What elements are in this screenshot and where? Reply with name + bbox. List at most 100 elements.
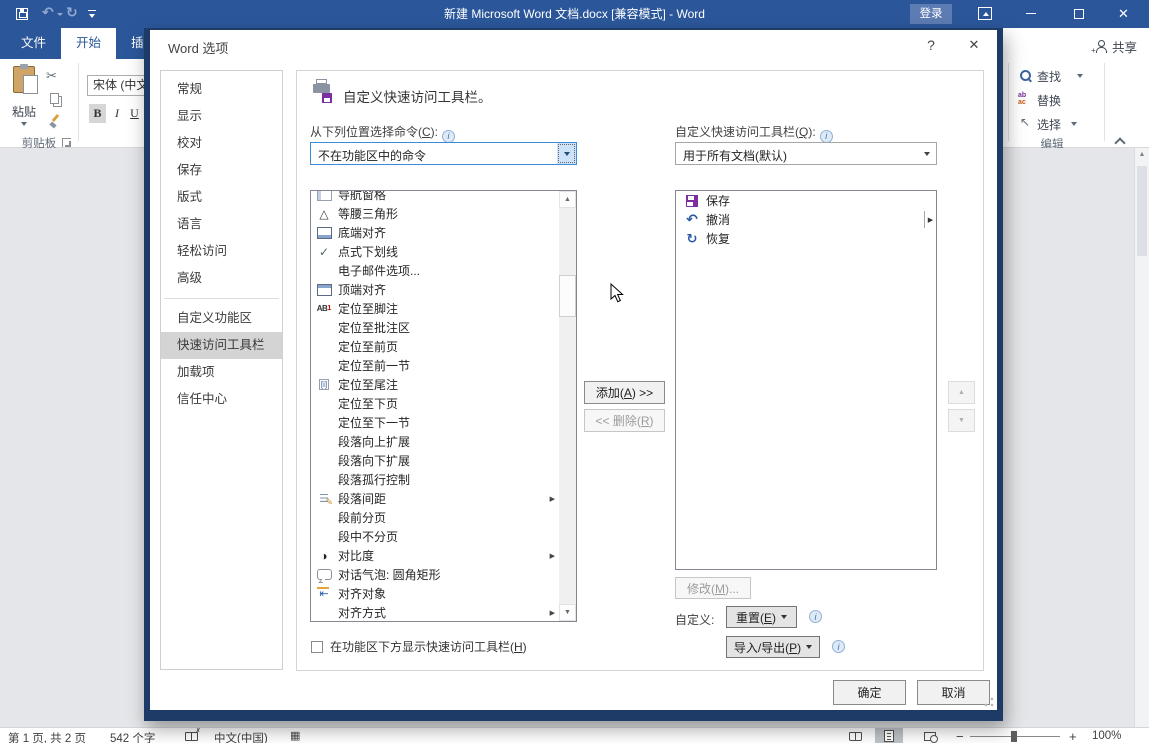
zoom-out-button[interactable]: −: [956, 729, 964, 743]
move-up-button[interactable]: ▲: [948, 381, 975, 404]
nav-item[interactable]: 版式: [161, 184, 282, 211]
paste-icon[interactable]: [13, 66, 35, 93]
nav-item[interactable]: 显示: [161, 103, 282, 130]
command-item[interactable]: 点式下划线: [311, 242, 559, 261]
quick-save-icon[interactable]: [16, 8, 28, 20]
close-button[interactable]: ✕: [1118, 6, 1129, 22]
command-item[interactable]: 段落间距▶: [311, 489, 559, 508]
nav-item[interactable]: 保存: [161, 157, 282, 184]
commands-list-scrollbar[interactable]: ▲ ▼: [559, 191, 576, 621]
find-button[interactable]: 查找: [1037, 68, 1061, 85]
dropdown-arrow-icon[interactable]: [917, 143, 936, 164]
command-item[interactable]: 定位至前页: [311, 337, 559, 356]
command-item[interactable]: 对齐对象: [311, 584, 559, 603]
command-item[interactable]: 定位至脚注: [311, 299, 559, 318]
italic-button[interactable]: I: [110, 104, 124, 123]
print-layout-button[interactable]: [875, 728, 903, 743]
command-item[interactable]: 段落向下扩展: [311, 451, 559, 470]
nav-item[interactable]: 高级: [161, 265, 282, 292]
command-item[interactable]: 电子邮件选项...: [311, 261, 559, 280]
format-painter-icon[interactable]: [49, 114, 61, 127]
nav-item[interactable]: 常规: [161, 76, 282, 103]
choose-commands-dropdown[interactable]: 不在功能区中的命令: [310, 142, 577, 165]
nav-item[interactable]: 自定义功能区: [161, 305, 282, 332]
scroll-up-icon[interactable]: ▲: [559, 191, 576, 208]
resize-grip[interactable]: [984, 697, 994, 707]
command-item[interactable]: 等腰三角形: [311, 204, 559, 223]
dialog-close-button[interactable]: ✕: [964, 37, 984, 53]
modify-button[interactable]: 修改(M)...: [675, 577, 751, 599]
paste-button[interactable]: 粘贴: [0, 103, 48, 120]
insert-mode-icon[interactable]: ▦: [290, 729, 300, 742]
nav-item[interactable]: 信任中心: [161, 386, 282, 413]
scrollbar-thumb[interactable]: [559, 275, 576, 317]
underline-button[interactable]: U: [127, 104, 142, 123]
sign-in-button[interactable]: 登录: [910, 4, 952, 24]
collapse-ribbon-icon[interactable]: [1114, 137, 1125, 148]
scroll-down-icon[interactable]: ▼: [559, 604, 576, 621]
cut-icon[interactable]: ✂: [46, 68, 57, 84]
proofing-status-icon[interactable]: [185, 732, 198, 741]
command-item[interactable]: 对齐方式▶: [311, 603, 559, 622]
quick-redo-icon[interactable]: ↻: [66, 4, 78, 21]
command-item[interactable]: 对话气泡: 圆角矩形: [311, 565, 559, 584]
qat-item[interactable]: 恢复: [676, 229, 936, 248]
nav-item[interactable]: 加载项: [161, 359, 282, 386]
ribbon-tab[interactable]: 开始: [61, 28, 116, 59]
command-item[interactable]: 导航窗格: [311, 190, 559, 204]
command-item[interactable]: 顶端对齐: [311, 280, 559, 299]
add-button[interactable]: 添加(A) >>: [584, 381, 665, 404]
command-item[interactable]: 定位至批注区: [311, 318, 559, 337]
select-button[interactable]: 选择: [1037, 116, 1061, 133]
reset-button[interactable]: 重置(E): [726, 606, 797, 628]
info-icon[interactable]: [832, 640, 845, 653]
cancel-button[interactable]: 取消: [917, 680, 990, 705]
minimize-button[interactable]: [1026, 13, 1036, 14]
import-export-button[interactable]: 导入/导出(P): [726, 636, 820, 658]
zoom-level[interactable]: 100%: [1092, 730, 1121, 742]
share-button[interactable]: + 共享: [1094, 37, 1137, 56]
command-item[interactable]: 段落向上扩展: [311, 432, 559, 451]
word-count[interactable]: 542 个字: [110, 730, 155, 743]
command-item[interactable]: 对比度▶: [311, 546, 559, 565]
command-item[interactable]: 段前分页: [311, 508, 559, 527]
remove-button[interactable]: << 删除(R): [584, 409, 665, 432]
scrollbar-thumb[interactable]: [1137, 166, 1147, 256]
clipboard-dialog-launcher-icon[interactable]: [62, 138, 71, 147]
dropdown-arrow-icon[interactable]: [557, 143, 576, 164]
paste-dropdown-icon[interactable]: [21, 122, 27, 126]
zoom-in-button[interactable]: +: [1069, 729, 1077, 743]
command-item[interactable]: 底端对齐: [311, 223, 559, 242]
select-dropdown-icon[interactable]: [1071, 122, 1077, 126]
dialog-help-button[interactable]: ?: [922, 37, 940, 53]
command-item[interactable]: 段中不分页: [311, 527, 559, 546]
replace-button[interactable]: 替换: [1037, 92, 1061, 109]
nav-item[interactable]: 校对: [161, 130, 282, 157]
command-item[interactable]: 定位至下一节: [311, 413, 559, 432]
find-dropdown-icon[interactable]: [1077, 74, 1083, 78]
info-icon[interactable]: [809, 610, 822, 623]
ribbon-display-options-icon[interactable]: [978, 7, 992, 20]
qat-item[interactable]: 撤消▶: [676, 210, 936, 229]
command-item[interactable]: 定位至下页: [311, 394, 559, 413]
qat-scope-dropdown[interactable]: 用于所有文档(默认): [675, 142, 937, 165]
ok-button[interactable]: 确定: [833, 680, 906, 705]
nav-item[interactable]: 轻松访问: [161, 238, 282, 265]
quick-undo-icon[interactable]: ↶: [42, 4, 54, 21]
maximize-button[interactable]: [1074, 9, 1084, 19]
info-icon[interactable]: [442, 130, 455, 143]
command-item[interactable]: 定位至前一节: [311, 356, 559, 375]
undo-dropdown-icon[interactable]: [57, 13, 63, 16]
info-icon[interactable]: [820, 130, 833, 143]
copy-icon[interactable]: [50, 93, 59, 104]
nav-item[interactable]: 快速访问工具栏: [161, 332, 282, 359]
show-qat-below-ribbon-checkbox[interactable]: [311, 641, 323, 653]
undo-flyout-button[interactable]: ▶: [924, 211, 936, 228]
scroll-up-icon[interactable]: ▲: [1135, 151, 1149, 158]
command-item[interactable]: 段落孤行控制: [311, 470, 559, 489]
web-layout-button[interactable]: [916, 728, 944, 743]
command-item[interactable]: 定位至尾注: [311, 375, 559, 394]
move-down-button[interactable]: ▼: [948, 409, 975, 432]
zoom-slider-thumb[interactable]: [1011, 731, 1017, 742]
vertical-scrollbar[interactable]: ▲: [1134, 148, 1149, 727]
